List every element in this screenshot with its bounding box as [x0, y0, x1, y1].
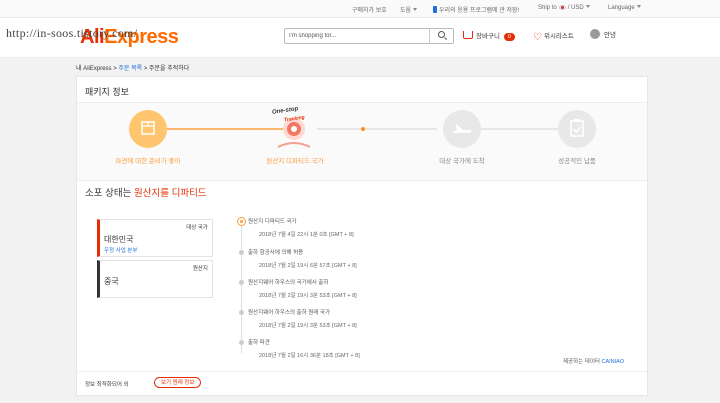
parcel-status: 소포 상태는 원산지를 디파티드 [85, 185, 207, 199]
view-original-info-button[interactable]: 보기 원래 정보 [154, 377, 202, 388]
avatar [590, 29, 600, 39]
breadcrumb-orders[interactable]: 주문 목록 [118, 66, 142, 72]
currency-label: USD [571, 5, 584, 11]
page-title: 패키지 정보 [85, 87, 129, 97]
app-promo-link[interactable]: 우리의 응용 프로그램에 관 저장! [433, 5, 519, 14]
user-greeting: 안녕 [604, 32, 616, 39]
blog-watermark: http://in-soos.tistory.com/ [6, 26, 138, 40]
provider-name[interactable]: CAINIAO [601, 359, 624, 365]
step-label-ready: 파견에 대한 준비가 좋아 [115, 158, 181, 165]
event-datetime: 2018년 7월 2일 16시 36분 18초 [GMT + 8] [259, 353, 360, 359]
heart-icon: ♡ [533, 32, 542, 43]
timeline-line [241, 223, 242, 353]
origin-box: 원산지 중국 [97, 260, 213, 298]
cart-count-badge: 0 [503, 33, 515, 41]
step-ready-circle [129, 110, 167, 148]
help-label: 도움 [400, 8, 412, 14]
event-marker [239, 340, 244, 345]
event-marker [239, 250, 244, 255]
optimized-info-label: 정보 최적화되어 외 [85, 382, 129, 388]
event-title: 원산지웨어 하우스의 출하 원래 국가 [248, 310, 331, 316]
breadcrumb-sep: > [143, 66, 148, 72]
chevron-down-icon [636, 5, 641, 8]
destination-box: 대상 국가 대한민국 우정 사업 본부 [97, 219, 213, 257]
event-marker-active [237, 217, 246, 226]
postal-service-link[interactable]: 우정 사업 본부 [104, 246, 137, 254]
progress-dot [361, 127, 365, 131]
cart-label: 장바구니 [476, 33, 500, 40]
provider-prefix: 제공하는 데이터 [563, 359, 600, 365]
package-info-card: 패키지 정보 파견에 대한 준비가 좋아 One-stop Tracking 원… [76, 76, 648, 396]
step-label-arrived: 대상 국가에 도착 [439, 158, 485, 165]
airplane-icon [453, 124, 472, 133]
step-delivered-circle [558, 110, 596, 148]
origin-country: 중국 [104, 277, 119, 286]
one-stop-tracking-badge: One-stop Tracking [270, 103, 318, 153]
search-icon [438, 31, 445, 38]
event-title: 출하 파견 [248, 340, 270, 346]
chevron-down-icon [585, 5, 590, 8]
step-label-delivered: 성공적인 납품 [558, 158, 596, 165]
data-provider: 제공하는 데이터 CAINIAO [563, 357, 624, 365]
event-marker [239, 280, 244, 285]
event-title: 원산지웨어 하우스의 국가에서 출하 [248, 280, 329, 286]
destination-label: 대상 국가 [186, 225, 208, 231]
ship-to-selector[interactable]: Ship to / USD [538, 5, 590, 11]
help-menu[interactable]: 도움 [400, 5, 418, 14]
origin-label: 원산지 [192, 266, 208, 272]
app-promo-label: 우리의 응용 프로그램에 관 저장! [439, 8, 520, 14]
cart-icon [463, 31, 473, 39]
step-arrival-circle [443, 110, 481, 148]
phone-icon [433, 6, 437, 13]
breadcrumb: 내 AliExpress > 주문 목록 > 주문을 추적하다 [76, 63, 189, 72]
cart-button[interactable]: 장바구니 0 [463, 30, 515, 41]
account-menu[interactable]: 안녕 [590, 29, 616, 39]
event-datetime: 2018년 7월 4일 22시 1분 0초 [GMT + 8] [259, 232, 354, 238]
destination-country: 대한민국 [104, 235, 134, 244]
breadcrumb-sep: > [113, 66, 117, 72]
language-selector[interactable]: Language [608, 5, 641, 11]
top-bar: 구매자가 보호 도움 우리의 응용 프로그램에 관 저장! Ship to / U… [0, 0, 720, 18]
package-icon [141, 121, 155, 135]
search-box [284, 28, 454, 44]
event-datetime: 2018년 7월 2일 19시 6분 57초 [GMT + 8] [259, 263, 357, 269]
chevron-down-icon [413, 8, 418, 11]
wishlist-label: 위시리스트 [543, 33, 574, 40]
search-button[interactable] [429, 29, 453, 43]
korea-flag-icon [558, 5, 566, 10]
breadcrumb-current: 주문을 추적하다 [149, 66, 190, 72]
event-datetime: 2018년 7월 2일 19시 3분 53초 [GMT + 8] [259, 293, 357, 299]
status-prefix: 소포 상태는 [85, 188, 132, 199]
buyer-protection-link[interactable]: 구매자가 보호 [352, 5, 387, 14]
search-input[interactable] [285, 29, 431, 43]
step-label-departed: 원산지 디파티드 국가 [266, 158, 324, 165]
step-connector [317, 128, 437, 130]
clipboard-check-icon [570, 119, 584, 137]
ship-to-label: Ship to [538, 5, 557, 11]
event-marker [239, 310, 244, 315]
status-value: 원산지를 디파티드 [133, 188, 207, 199]
event-title: 원산지 디파티드 국가 [248, 219, 297, 225]
divider [77, 371, 647, 372]
language-label: Language [608, 5, 635, 11]
wishlist-button[interactable]: ♡ 위시리스트 [533, 30, 574, 43]
tracking-steps: 파견에 대한 준비가 좋아 One-stop Tracking 원산지 디파티드… [77, 103, 647, 181]
breadcrumb-home[interactable]: 내 AliExpress [76, 66, 112, 72]
event-title: 출하 항공사에 의해 허용 [248, 250, 304, 256]
event-datetime: 2018년 7월 2일 19시 3분 53초 [GMT + 8] [259, 323, 357, 329]
